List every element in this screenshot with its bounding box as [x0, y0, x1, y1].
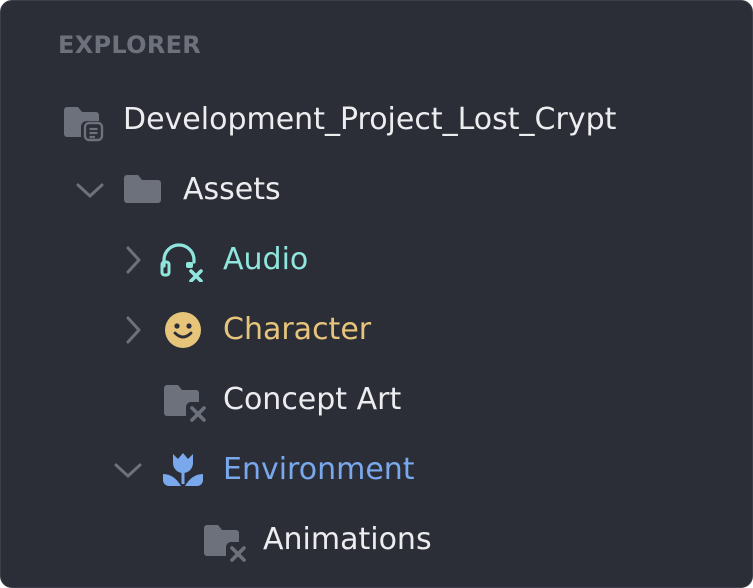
tree-item-concept-art[interactable]: Concept Art: [1, 380, 752, 422]
tree-item-label: Character: [223, 312, 372, 347]
tree-item-label: Development_Project_Lost_Crypt: [123, 102, 617, 137]
tree-item-audio[interactable]: Audio: [1, 240, 752, 283]
tree-item-root[interactable]: Development_Project_Lost_Crypt: [1, 100, 752, 142]
chevron-right-icon[interactable]: [121, 246, 145, 274]
folder-x-icon: [201, 520, 247, 562]
tree-item-label: Animations: [263, 522, 432, 557]
tree-item-label: Audio: [223, 242, 309, 277]
tree-item-animations[interactable]: Animations: [1, 520, 752, 562]
tree-item-assets[interactable]: Assets: [1, 170, 752, 210]
explorer-panel: EXPLORER Development_Project_Lost_Crypt: [0, 0, 753, 588]
tree-item-environment[interactable]: Environment: [1, 450, 752, 490]
folder-icon: [121, 170, 167, 212]
tree-item-label: Environment: [223, 452, 415, 487]
explorer-title: EXPLORER: [58, 31, 202, 59]
tulip-icon: [159, 450, 205, 492]
project-folder-icon: [61, 100, 107, 142]
tree-item-character[interactable]: Character: [1, 310, 752, 350]
tree-item-label: Concept Art: [223, 382, 402, 417]
tree-item-label: Assets: [183, 172, 281, 207]
folder-x-icon: [161, 380, 207, 422]
chevron-down-icon[interactable]: [114, 458, 142, 482]
smiley-icon: [159, 310, 205, 352]
headphones-icon: [159, 240, 205, 283]
chevron-down-icon[interactable]: [76, 178, 104, 202]
chevron-right-icon[interactable]: [121, 316, 145, 344]
